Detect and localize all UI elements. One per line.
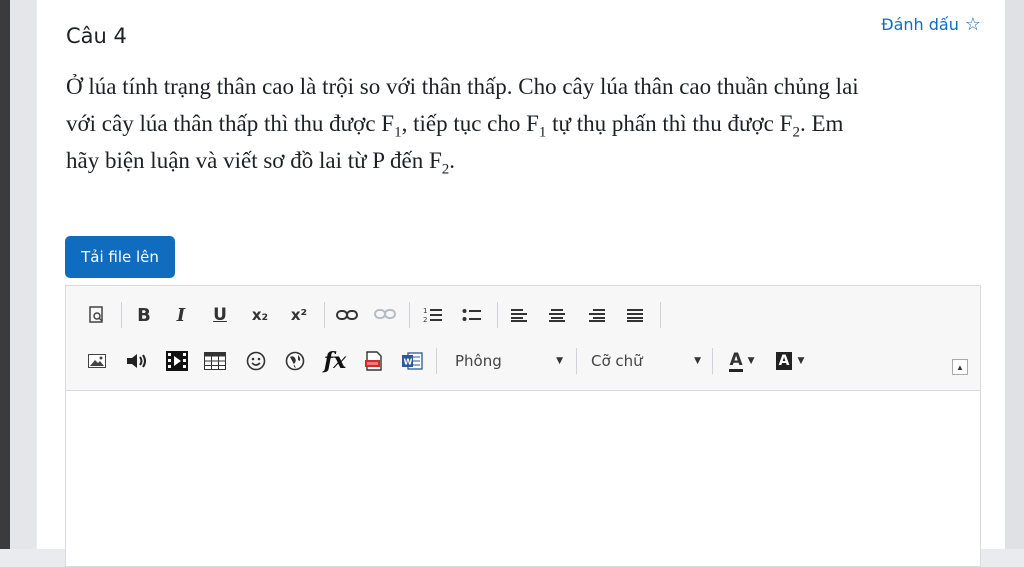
chevron-down-icon: ▼: [556, 356, 563, 366]
toolbar-separator: [409, 302, 410, 328]
question-text-line: với cây lúa thân thấp thì thu được F1, t…: [66, 105, 986, 142]
toolbar-separator: [660, 302, 661, 328]
editor-content-area[interactable]: [66, 391, 980, 566]
align-right-icon[interactable]: [584, 302, 610, 328]
background-color-label: A: [775, 352, 793, 370]
rich-text-editor: B I U x₂ x² 12 fx W Phông ▼ Cỡ chữ ▼ A ▼…: [65, 285, 981, 567]
question-text-segment: tự thụ phấn thì thu được F: [546, 111, 793, 136]
align-center-icon[interactable]: [544, 302, 570, 328]
audio-icon[interactable]: [124, 348, 150, 374]
question-text-segment: Ở lúa tính trạng thân cao là trội so với…: [66, 74, 859, 99]
chevron-down-icon: ▼: [747, 356, 755, 366]
question-text-segment: .: [449, 148, 455, 173]
font-family-select-value: Phông: [455, 352, 502, 370]
font-family-select[interactable]: Phông ▼: [455, 348, 563, 374]
question-text-line: Ở lúa tính trạng thân cao là trội so với…: [66, 68, 986, 105]
table-icon[interactable]: [202, 348, 228, 374]
unordered-list-icon[interactable]: [459, 302, 485, 328]
image-icon[interactable]: [86, 348, 108, 374]
font-size-select-value: Cỡ chữ: [591, 352, 643, 370]
globe-icon[interactable]: [282, 348, 308, 374]
unlink-icon[interactable]: [372, 302, 398, 328]
collapse-icon[interactable]: ▲: [952, 359, 968, 375]
left-edge: [0, 0, 10, 549]
emoji-icon[interactable]: [243, 348, 269, 374]
flag-label: Đánh dấu: [881, 15, 959, 34]
editor-toolbar: B I U x₂ x² 12 fx W Phông ▼ Cỡ chữ ▼ A ▼…: [66, 286, 980, 391]
justify-icon[interactable]: [622, 302, 648, 328]
bold-button[interactable]: B: [133, 302, 155, 328]
subscript-button[interactable]: x₂: [247, 302, 273, 328]
pdf-icon[interactable]: [361, 348, 387, 374]
chevron-down-icon: ▼: [694, 356, 701, 366]
ordered-list-icon[interactable]: 12: [420, 302, 446, 328]
question-title: Câu 4: [66, 24, 127, 48]
question-text-segment: , tiếp tục cho F: [401, 111, 539, 136]
toolbar-separator: [497, 302, 498, 328]
flag-question-link[interactable]: Đánh dấu ☆: [881, 14, 981, 35]
toolbar-separator: [576, 348, 577, 374]
question-text-segment: hãy biện luận và viết sơ đồ lai từ P đến…: [66, 148, 442, 173]
toolbar-separator: [121, 302, 122, 328]
chevron-down-icon: ▼: [797, 356, 805, 366]
toolbar-separator: [436, 348, 437, 374]
italic-button[interactable]: I: [170, 302, 192, 328]
svg-text:1: 1: [423, 307, 427, 315]
text-color-button[interactable]: A ▼: [722, 346, 762, 376]
word-icon[interactable]: W: [399, 348, 425, 374]
background-color-button[interactable]: A ▼: [770, 346, 810, 376]
right-background: [1002, 0, 1024, 549]
align-left-icon[interactable]: [506, 302, 532, 328]
link-icon[interactable]: [334, 302, 360, 328]
upload-file-button[interactable]: Tải file lên: [65, 236, 175, 278]
subscript: 2: [792, 124, 800, 141]
superscript-button[interactable]: x²: [286, 302, 312, 328]
question-text-segment: . Em: [799, 111, 844, 136]
toolbar-separator: [712, 348, 713, 374]
star-outline-icon: ☆: [964, 14, 981, 35]
toolbar-separator: [324, 302, 325, 328]
question-text-line: hãy biện luận và viết sơ đồ lai từ P đến…: [66, 142, 986, 179]
subscript: 1: [394, 124, 402, 141]
preview-icon[interactable]: [86, 304, 108, 326]
text-color-label: A: [729, 349, 743, 372]
question-text: Ở lúa tính trạng thân cao là trội so với…: [66, 68, 986, 179]
question-card: Câu 4 Đánh dấu ☆ Ở lúa tính trạng thân c…: [37, 0, 1005, 567]
video-icon[interactable]: [164, 348, 190, 374]
question-text-segment: với cây lúa thân thấp thì thu được F: [66, 111, 395, 136]
formula-button[interactable]: fx: [320, 346, 350, 376]
svg-text:2: 2: [423, 316, 427, 324]
svg-text:W: W: [404, 358, 413, 367]
underline-button[interactable]: U: [209, 302, 231, 328]
font-size-select[interactable]: Cỡ chữ ▼: [591, 348, 701, 374]
